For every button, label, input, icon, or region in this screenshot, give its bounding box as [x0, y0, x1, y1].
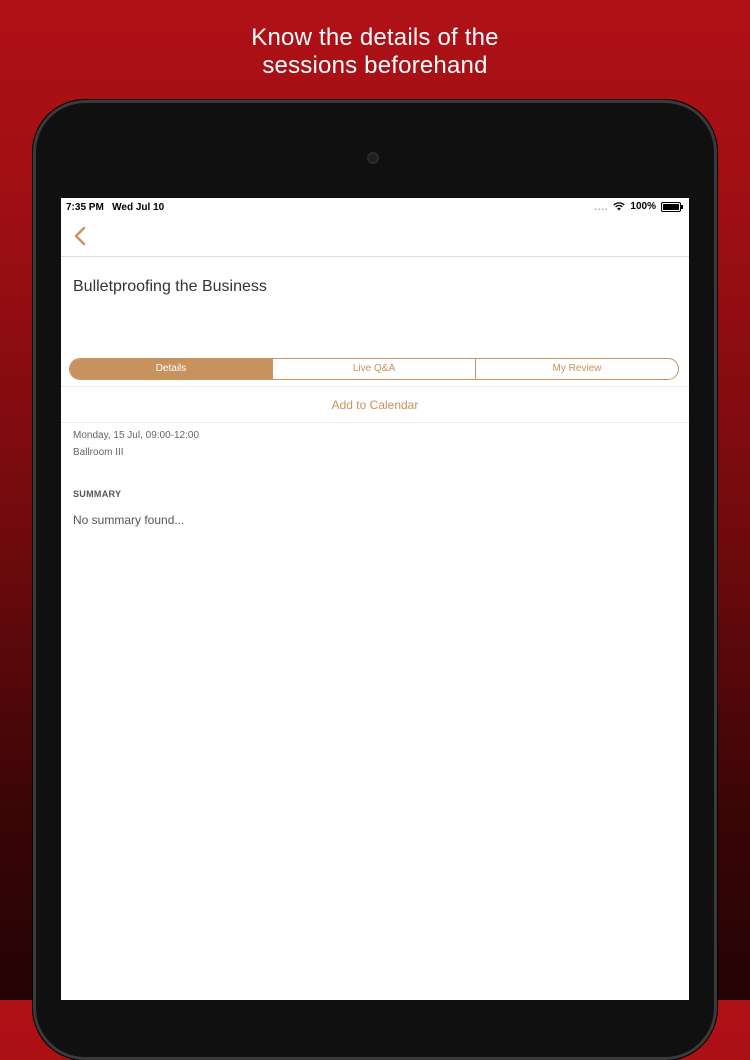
- session-datetime: Monday, 15 Jul, 09:00-12:00: [73, 430, 200, 441]
- session-title: Bulletproofing the Business: [73, 278, 267, 295]
- chevron-left-icon: [74, 226, 86, 246]
- status-indicators: .... 100%: [594, 201, 683, 212]
- summary-text: No summary found...: [73, 513, 185, 527]
- status-bar: 7:35 PM Wed Jul 10 .... 100%: [61, 198, 689, 216]
- status-time-clock: 7:35 PM: [66, 202, 104, 213]
- status-date: Wed Jul 10: [112, 202, 165, 213]
- promo-caption: Know the details of the sessions beforeh…: [0, 24, 750, 80]
- signal-dots: ....: [594, 201, 609, 212]
- session-tabs: Details Live Q&A My Review: [69, 358, 679, 380]
- app-screen: 7:35 PM Wed Jul 10 .... 100% Bulletproof…: [61, 198, 689, 1000]
- add-to-calendar-button[interactable]: Add to Calendar: [61, 398, 689, 412]
- wifi-icon: [613, 202, 626, 211]
- battery-percent: 100%: [630, 201, 656, 212]
- battery-icon: [661, 201, 683, 212]
- divider: [61, 422, 689, 423]
- promo-line-2: sessions beforehand: [262, 52, 488, 79]
- status-time: 7:35 PM Wed Jul 10: [66, 202, 164, 213]
- tab-my-review[interactable]: My Review: [475, 359, 678, 379]
- promo-line-1: Know the details of the: [251, 24, 499, 51]
- tab-details[interactable]: Details: [70, 359, 272, 379]
- summary-heading: SUMMARY: [73, 489, 122, 499]
- camera-icon: [367, 152, 379, 164]
- back-button[interactable]: [69, 222, 93, 250]
- session-location: Ballroom III: [73, 447, 124, 458]
- tab-live-qa[interactable]: Live Q&A: [272, 359, 475, 379]
- divider: [61, 386, 689, 387]
- navigation-bar: [61, 216, 689, 257]
